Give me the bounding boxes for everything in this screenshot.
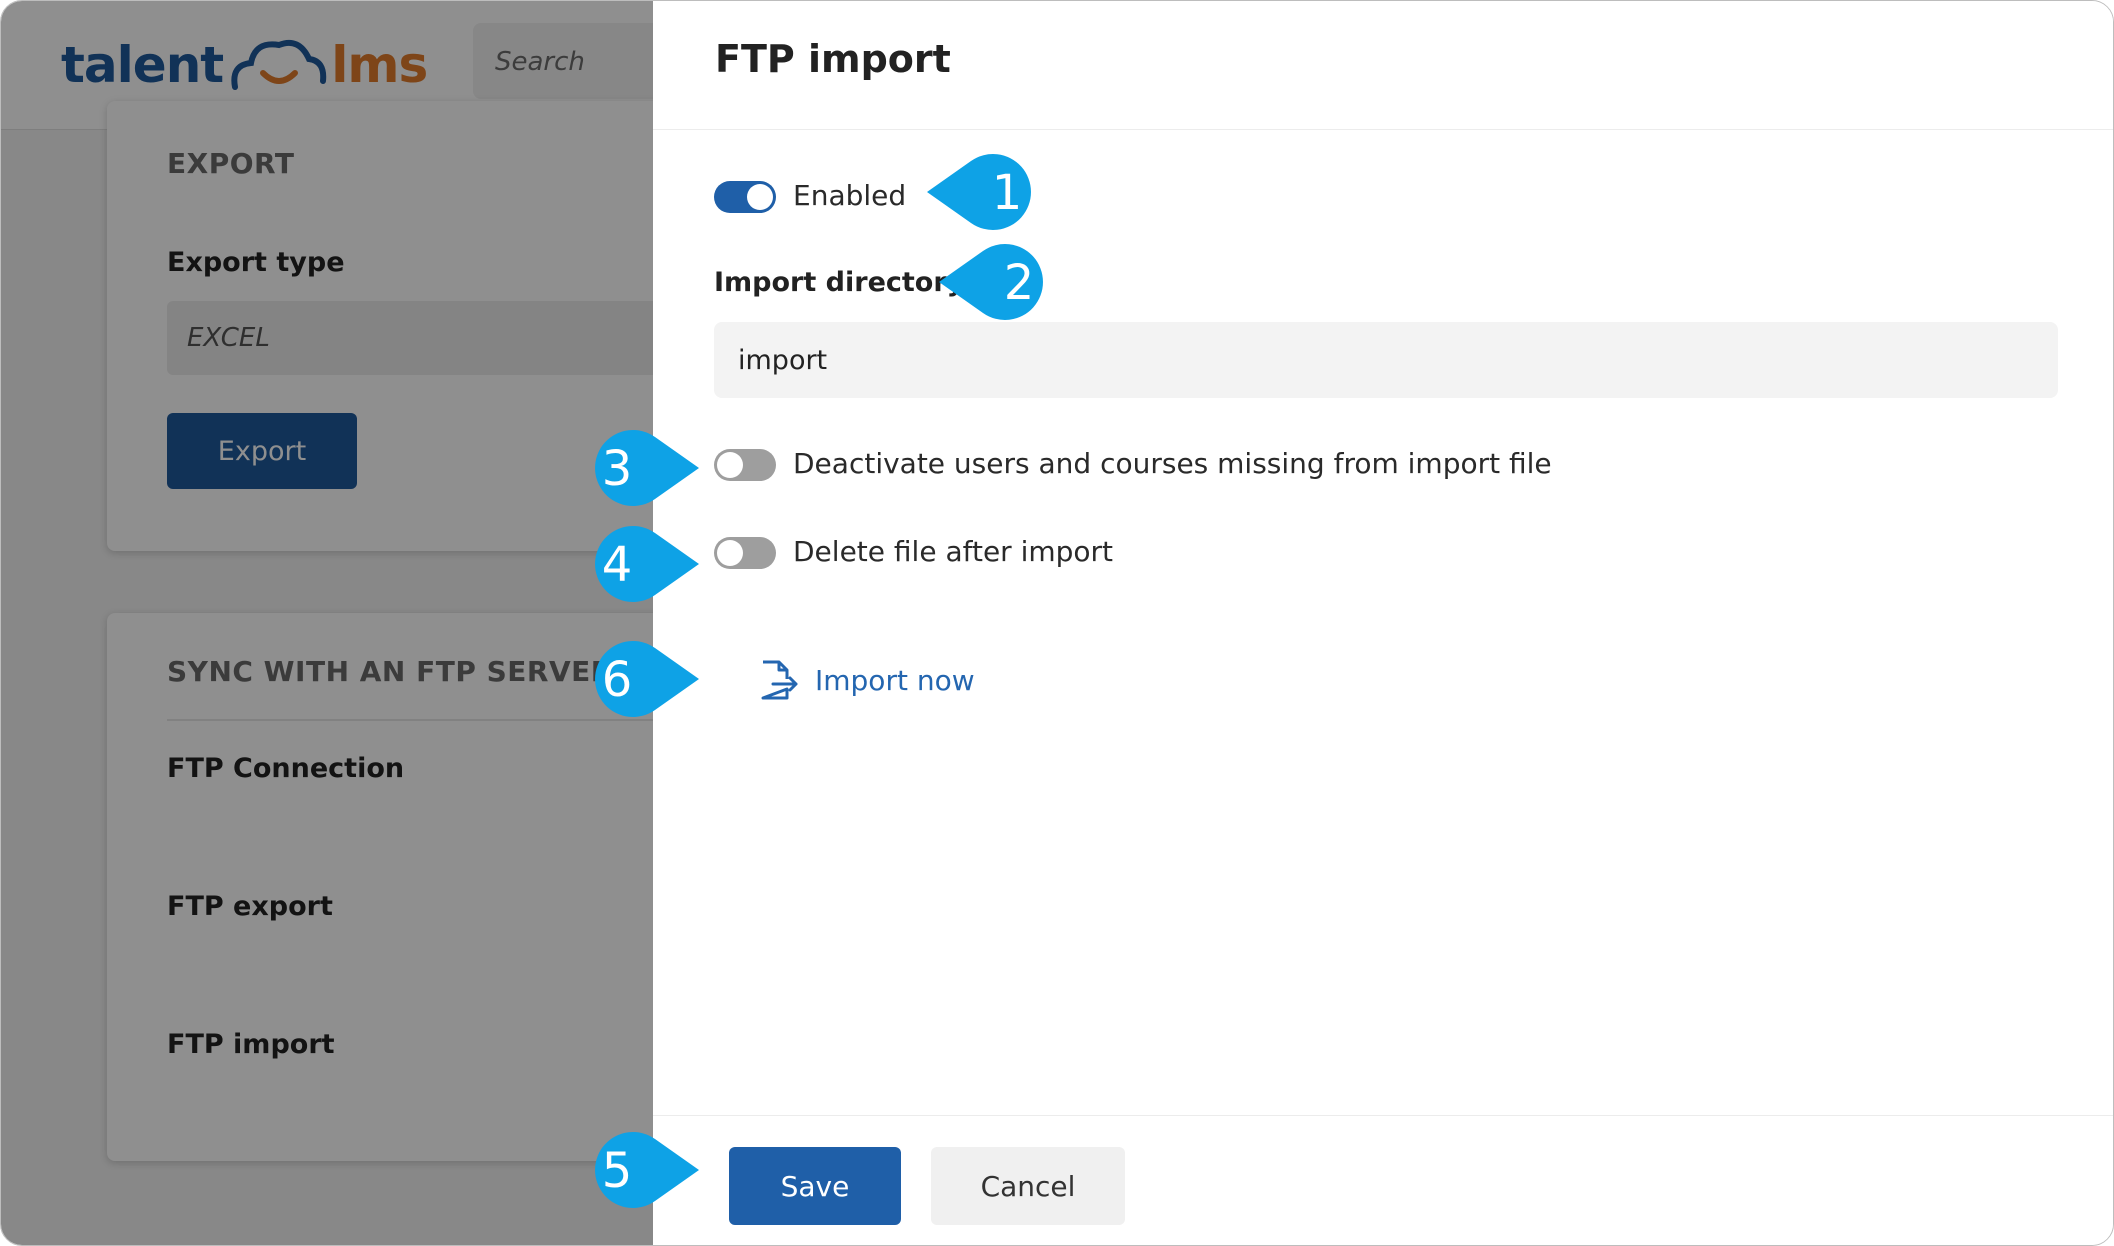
save-button[interactable]: Save [729, 1147, 901, 1225]
toggle-knob [747, 184, 773, 210]
callout-6: 6 [595, 641, 699, 717]
callout-3: 3 [595, 430, 699, 506]
callout-1: 1 [927, 154, 1031, 230]
enabled-label: Enabled [793, 179, 907, 212]
ftp-import-drawer: FTP import Enabled Import directory Deac… [653, 1, 2113, 1245]
callout-5: 5 [595, 1132, 699, 1208]
callout-number: 6 [602, 652, 633, 708]
callout-number: 4 [602, 537, 633, 593]
toggle-knob [717, 452, 743, 478]
modal-overlay[interactable] [1, 1, 653, 1245]
enabled-toggle[interactable] [714, 181, 776, 213]
delete-file-label: Delete file after import [793, 535, 1114, 568]
drawer-footer: Save Cancel [653, 1115, 2113, 1245]
deactivate-missing-toggle[interactable] [714, 449, 776, 481]
callout-number: 2 [1004, 255, 1035, 311]
callout-4: 4 [595, 526, 699, 602]
callout-number: 3 [602, 441, 633, 497]
drawer-title: FTP import [715, 37, 951, 81]
callout-number: 1 [992, 165, 1023, 221]
cancel-button[interactable]: Cancel [931, 1147, 1125, 1225]
import-now-link[interactable]: Import now [757, 655, 975, 705]
import-directory-input[interactable] [714, 322, 2058, 398]
background-app: talent lms Search EXPORT Export type EXC… [1, 1, 727, 1245]
deactivate-missing-label: Deactivate users and courses missing fro… [793, 447, 1552, 480]
drawer-header: FTP import [653, 1, 2113, 130]
file-import-icon [761, 660, 798, 700]
import-now-label: Import now [815, 663, 975, 697]
delete-file-toggle[interactable] [714, 537, 776, 569]
callout-2: 2 [939, 244, 1043, 320]
import-directory-label: Import directory [714, 267, 965, 298]
toggle-knob [717, 540, 743, 566]
app-window: talent lms Search EXPORT Export type EXC… [0, 0, 2114, 1246]
callout-number: 5 [602, 1143, 633, 1199]
